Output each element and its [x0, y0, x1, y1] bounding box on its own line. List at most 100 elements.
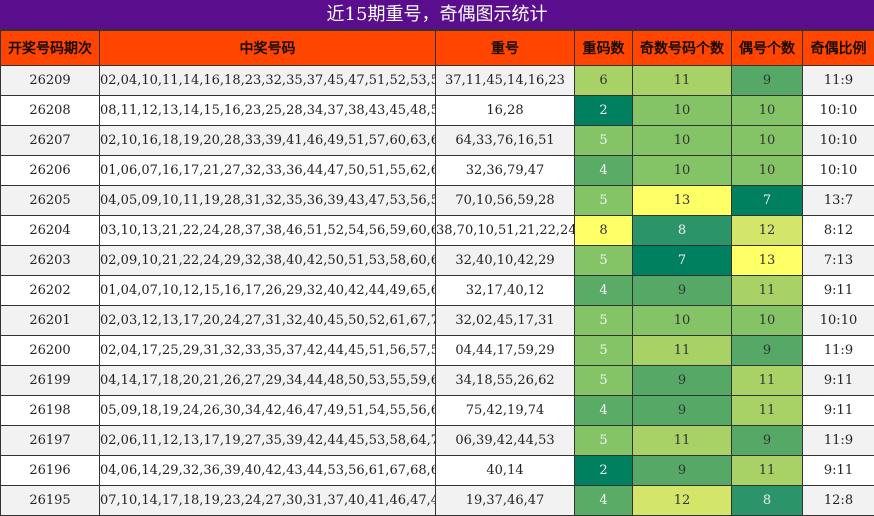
cell-even-count: 10: [732, 156, 803, 186]
cell-repeat-count: 2: [575, 96, 633, 126]
cell-numbers: 01,06,07,16,17,21,27,32,33,36,44,47,50,5…: [100, 156, 436, 186]
header-numbers: 中奖号码: [100, 31, 436, 66]
table-row: 2620102,03,12,13,17,20,24,27,31,32,40,45…: [1, 306, 874, 336]
table-body: 2620902,04,10,11,14,16,18,23,32,35,37,45…: [1, 66, 874, 516]
cell-ratio: 9:11: [803, 276, 874, 306]
cell-repeat: 70,10,56,59,28: [436, 186, 575, 216]
cell-repeat-count: 4: [575, 486, 633, 516]
cell-repeat-count: 2: [575, 456, 633, 486]
cell-repeat: 06,39,42,44,53: [436, 426, 575, 456]
cell-odd-count: 11: [633, 66, 732, 96]
table-row: 2620702,10,16,18,19,20,28,33,39,41,46,49…: [1, 126, 874, 156]
cell-repeat: 34,18,55,26,62: [436, 366, 575, 396]
cell-issue: 26197: [1, 426, 100, 456]
cell-odd-count: 10: [633, 156, 732, 186]
cell-issue: 26200: [1, 336, 100, 366]
header-even-count: 偶号个数: [732, 31, 803, 66]
cell-odd-count: 10: [633, 306, 732, 336]
table-row: 2620504,05,09,10,11,19,28,31,32,35,36,39…: [1, 186, 874, 216]
cell-even-count: 7: [732, 186, 803, 216]
cell-even-count: 9: [732, 426, 803, 456]
cell-repeat: 37,11,45,14,16,23: [436, 66, 575, 96]
cell-numbers: 02,06,11,12,13,17,19,27,35,39,42,44,45,5…: [100, 426, 436, 456]
cell-ratio: 10:10: [803, 96, 874, 126]
cell-even-count: 11: [732, 276, 803, 306]
cell-numbers: 02,04,17,25,29,31,32,33,35,37,42,44,45,5…: [100, 336, 436, 366]
header-repeat-count: 重码数: [575, 31, 633, 66]
cell-even-count: 13: [732, 246, 803, 276]
cell-ratio: 9:11: [803, 396, 874, 426]
cell-ratio: 13:7: [803, 186, 874, 216]
table-row: 2620601,06,07,16,17,21,27,32,33,36,44,47…: [1, 156, 874, 186]
cell-odd-count: 10: [633, 126, 732, 156]
cell-repeat-count: 8: [575, 216, 633, 246]
table-row: 2620808,11,12,13,14,15,16,23,25,28,34,37…: [1, 96, 874, 126]
cell-repeat-count: 4: [575, 396, 633, 426]
cell-ratio: 11:9: [803, 336, 874, 366]
cell-odd-count: 10: [633, 96, 732, 126]
cell-issue: 26195: [1, 486, 100, 516]
cell-numbers: 02,03,12,13,17,20,24,27,31,32,40,45,50,5…: [100, 306, 436, 336]
cell-issue: 26208: [1, 96, 100, 126]
cell-numbers: 04,06,14,29,32,36,39,40,42,43,44,53,56,6…: [100, 456, 436, 486]
cell-repeat-count: 4: [575, 276, 633, 306]
chart-title: 近15期重号，奇偶图示统计: [0, 0, 874, 30]
cell-issue: 26202: [1, 276, 100, 306]
cell-odd-count: 9: [633, 456, 732, 486]
cell-issue: 26201: [1, 306, 100, 336]
cell-repeat: 16,28: [436, 96, 575, 126]
cell-repeat-count: 5: [575, 246, 633, 276]
cell-ratio: 10:10: [803, 156, 874, 186]
cell-repeat-count: 5: [575, 186, 633, 216]
cell-issue: 26209: [1, 66, 100, 96]
cell-ratio: 11:9: [803, 66, 874, 96]
table-row: 2620403,10,13,21,22,24,28,37,38,46,51,52…: [1, 216, 874, 246]
cell-odd-count: 11: [633, 336, 732, 366]
cell-ratio: 10:10: [803, 306, 874, 336]
cell-even-count: 11: [732, 456, 803, 486]
cell-repeat-count: 5: [575, 126, 633, 156]
cell-repeat-count: 5: [575, 306, 633, 336]
cell-issue: 26205: [1, 186, 100, 216]
header-odd-count: 奇数号码个数: [633, 31, 732, 66]
cell-odd-count: 7: [633, 246, 732, 276]
cell-numbers: 02,10,16,18,19,20,28,33,39,41,46,49,51,5…: [100, 126, 436, 156]
table-row: 2619507,10,14,17,18,19,23,24,27,30,31,37…: [1, 486, 874, 516]
cell-odd-count: 8: [633, 216, 732, 246]
cell-ratio: 11:9: [803, 426, 874, 456]
cell-repeat-count: 5: [575, 336, 633, 366]
cell-even-count: 10: [732, 96, 803, 126]
cell-repeat: 32,02,45,17,31: [436, 306, 575, 336]
cell-repeat: 38,70,10,51,21,22,24,60: [436, 216, 575, 246]
header-ratio: 奇偶比例: [803, 31, 874, 66]
cell-repeat-count: 5: [575, 426, 633, 456]
cell-ratio: 12:8: [803, 486, 874, 516]
cell-odd-count: 9: [633, 366, 732, 396]
cell-issue: 26206: [1, 156, 100, 186]
cell-issue: 26196: [1, 456, 100, 486]
header-row: 开奖号码期次 中奖号码 重号 重码数 奇数号码个数 偶号个数 奇偶比例: [1, 31, 874, 66]
cell-issue: 26198: [1, 396, 100, 426]
header-repeat: 重号: [436, 31, 575, 66]
cell-even-count: 10: [732, 126, 803, 156]
header-issue: 开奖号码期次: [1, 31, 100, 66]
cell-numbers: 07,10,14,17,18,19,23,24,27,30,31,37,40,4…: [100, 486, 436, 516]
cell-ratio: 10:10: [803, 126, 874, 156]
cell-numbers: 02,09,10,21,22,24,29,32,38,40,42,50,51,5…: [100, 246, 436, 276]
cell-repeat-count: 6: [575, 66, 633, 96]
cell-repeat: 32,36,79,47: [436, 156, 575, 186]
cell-even-count: 9: [732, 336, 803, 366]
cell-repeat: 32,17,40,12: [436, 276, 575, 306]
cell-even-count: 9: [732, 66, 803, 96]
cell-ratio: 8:12: [803, 216, 874, 246]
cell-repeat: 75,42,19,74: [436, 396, 575, 426]
cell-odd-count: 12: [633, 486, 732, 516]
cell-repeat: 19,37,46,47: [436, 486, 575, 516]
cell-issue: 26203: [1, 246, 100, 276]
cell-numbers: 04,05,09,10,11,19,28,31,32,35,36,39,43,4…: [100, 186, 436, 216]
cell-repeat-count: 5: [575, 366, 633, 396]
table-row: 2620302,09,10,21,22,24,29,32,38,40,42,50…: [1, 246, 874, 276]
cell-numbers: 05,09,18,19,24,26,30,34,42,46,47,49,51,5…: [100, 396, 436, 426]
cell-numbers: 04,14,17,18,20,21,26,27,29,34,44,48,50,5…: [100, 366, 436, 396]
cell-repeat: 04,44,17,59,29: [436, 336, 575, 366]
